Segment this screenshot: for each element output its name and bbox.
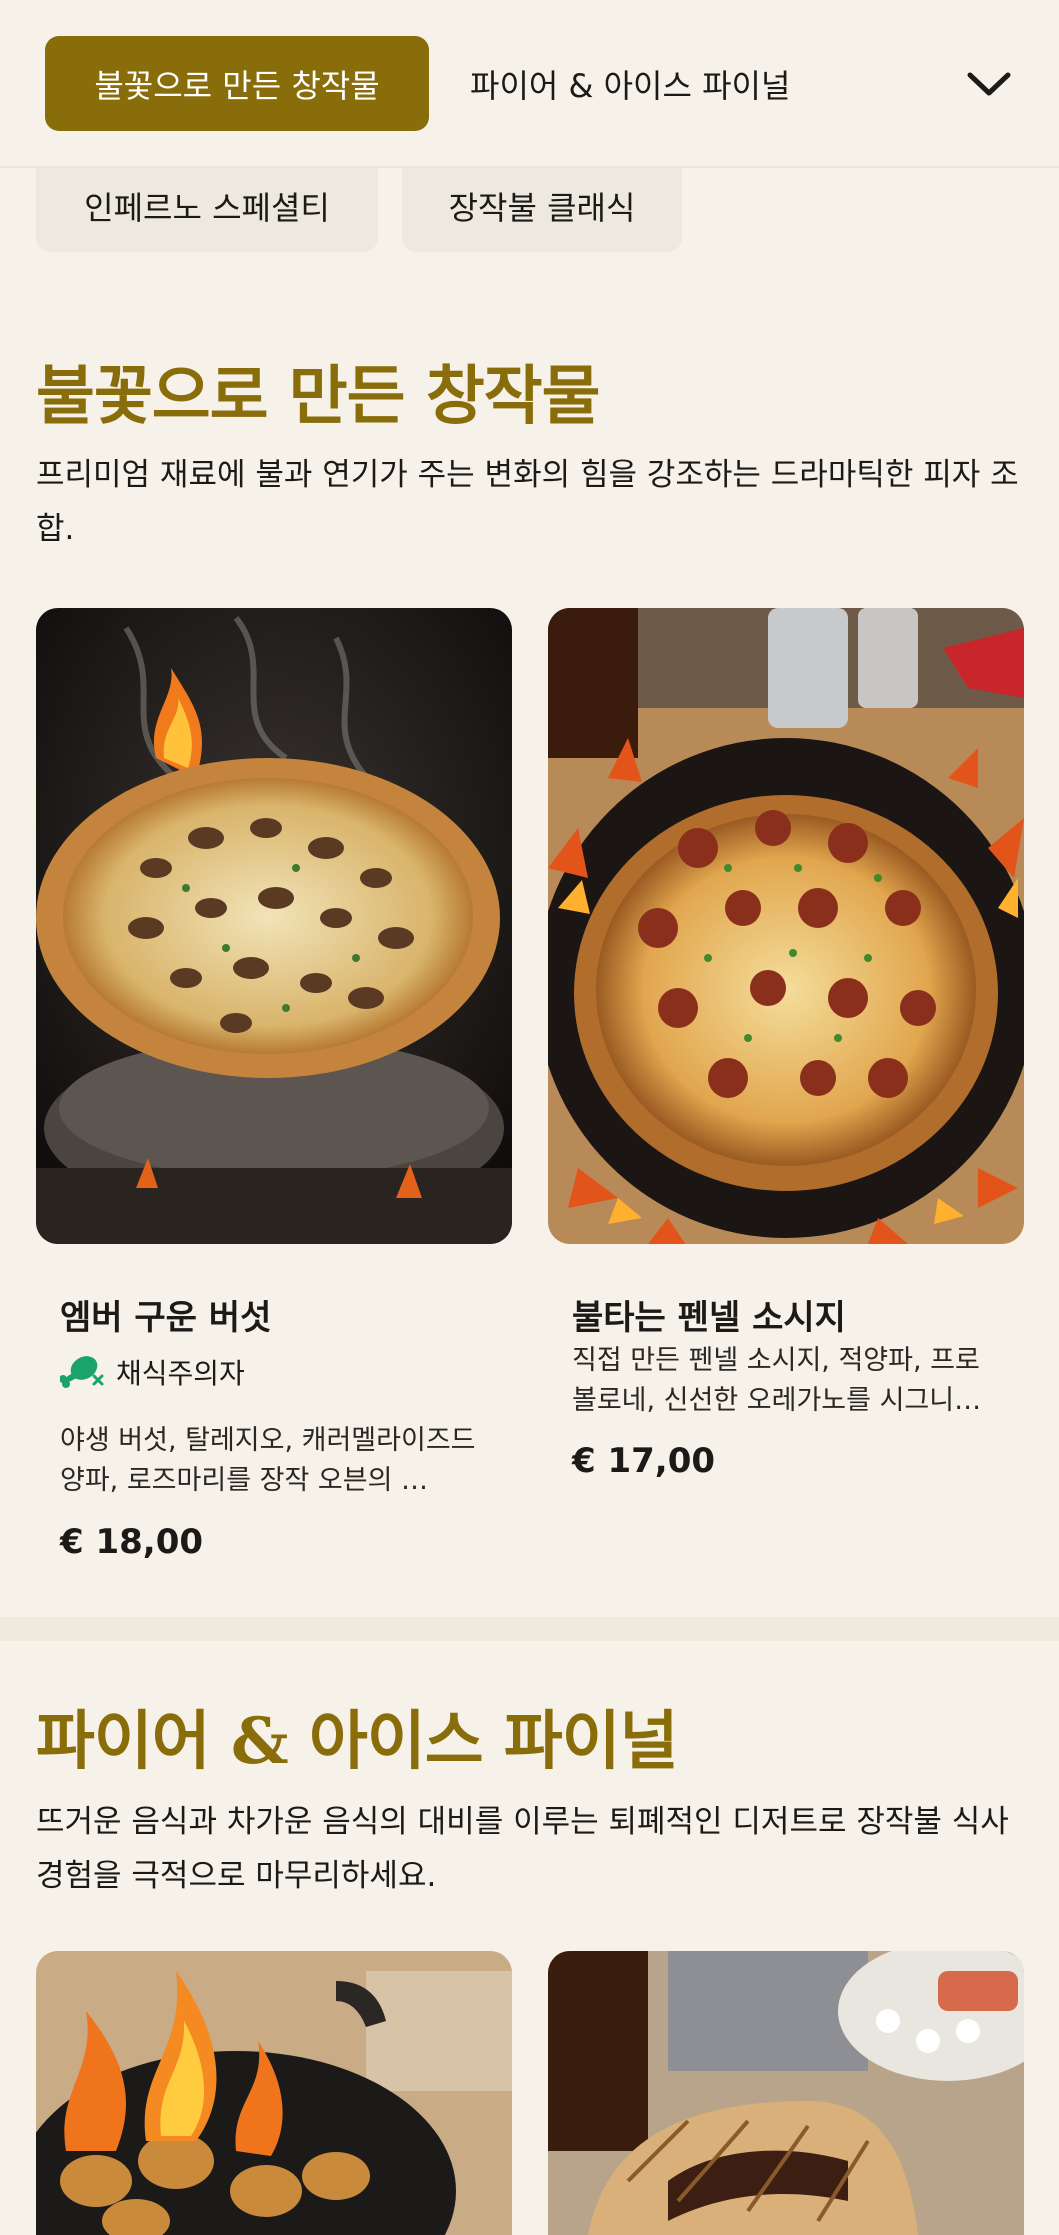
chip-inferno-specialty[interactable]: 인페르노 스페셜티: [36, 160, 378, 252]
chevron-down-icon: [967, 72, 1011, 96]
section-title-fire-ice-finale: 파이어 & 아이스 파이널: [36, 1704, 679, 1779]
section-title-fire-creations: 불꽃으로 만든 창작물: [36, 359, 600, 434]
expand-categories-button[interactable]: [955, 50, 1023, 118]
badge-label: 채식주의자: [116, 1357, 245, 1390]
item-name: 불타는 펜넬 소시지: [572, 1298, 846, 1338]
vegetarian-drumstick-icon: [60, 1356, 104, 1388]
pizza-image-mushroom[interactable]: [36, 608, 512, 1244]
item-description: 직접 만든 펜넬 소시지, 적양파, 프로볼로네, 신선한 오레가노를 시그니…: [572, 1345, 982, 1416]
section-divider: [0, 1617, 1059, 1641]
pizza-image-fennel-sausage[interactable]: [548, 608, 1024, 1244]
tab-fire-ice-finale[interactable]: 파이어 & 아이스 파이널: [470, 36, 790, 131]
item-price: € 18,00: [60, 1522, 204, 1562]
section-description: 뜨거운 음식과 차가운 음식의 대비를 이루는 퇴폐적인 디저트로 장작불 식사…: [36, 1804, 1009, 1894]
dessert-image-calzone[interactable]: [548, 1951, 1024, 2235]
category-nav: 불꽃으로 만든 창작물 파이어 & 아이스 파이널: [0, 0, 1059, 168]
dessert-image-flambe[interactable]: [36, 1951, 512, 2235]
section-description: 프리미엄 재료에 불과 연기가 주는 변화의 힘을 강조하는 드라마틱한 피자 …: [36, 457, 1019, 547]
item-description: 야생 버섯, 탈레지오, 캐러멜라이즈드 양파, 로즈마리를 장작 오븐의 …: [60, 1425, 476, 1496]
vegetarian-badge: 채식주의자: [60, 1352, 245, 1392]
item-price: € 17,00: [572, 1441, 716, 1481]
chip-woodfire-classic[interactable]: 장작불 클래식: [402, 160, 682, 252]
nav-fade-overlay: [820, 20, 940, 150]
tab-fire-creations[interactable]: 불꽃으로 만든 창작물: [45, 36, 429, 131]
item-name: 엠버 구운 버섯: [60, 1298, 272, 1338]
